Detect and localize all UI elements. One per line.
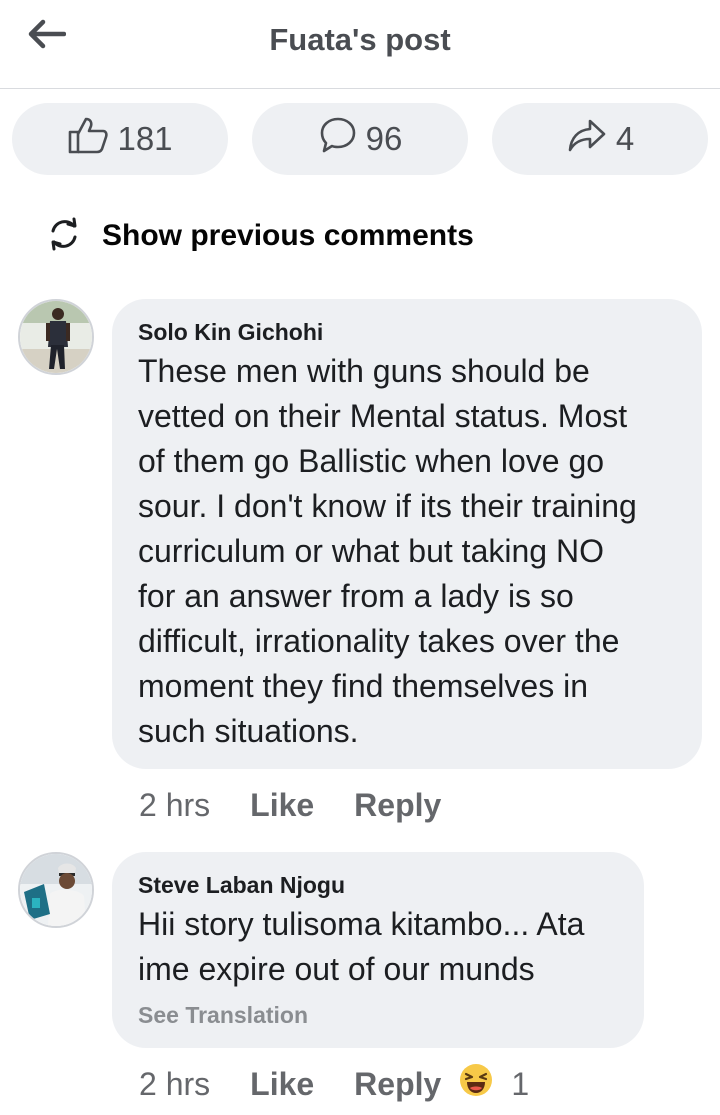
laughing-emoji-icon (459, 1063, 493, 1105)
comment-bubble[interactable]: Steve Laban Njogu Hii story tulisoma kit… (112, 852, 644, 1048)
show-previous-comments-button[interactable]: Show previous comments (46, 212, 546, 260)
like-button[interactable]: Like (250, 1066, 314, 1103)
like-button[interactable]: Like (250, 787, 314, 824)
share-count: 4 (615, 120, 635, 157)
refresh-icon (46, 216, 82, 257)
avatar-solo-kin-gichohi[interactable] (18, 299, 94, 375)
comment-bubble[interactable]: Solo Kin Gichohi These men with guns sho… (112, 299, 702, 769)
comment-timestamp: 2 hrs (139, 786, 211, 823)
share-count-button[interactable]: 4 (492, 103, 708, 175)
comment-timestamp: 2 hrs (139, 1065, 211, 1102)
reply-button[interactable]: Reply (354, 787, 441, 824)
like-count: 181 (117, 120, 173, 157)
comment-text: Hii story tulisoma kitambo... Ata ime ex… (138, 906, 585, 987)
comment-author[interactable]: Solo Kin Gichohi (138, 319, 323, 346)
comment-author[interactable]: Steve Laban Njogu (138, 872, 345, 899)
see-translation-link[interactable]: See Translation (138, 1002, 308, 1029)
reply-button[interactable]: Reply (354, 1066, 441, 1103)
comment-text: These men with guns should be vetted on … (138, 353, 637, 749)
reaction-stats-row: 181 96 4 (12, 103, 708, 175)
show-previous-label: Show previous comments (102, 219, 474, 252)
reaction-summary[interactable]: 1 (459, 1063, 529, 1105)
post-comments-page: Fuata's post 181 96 4 Show previous comm… (0, 0, 720, 1115)
reaction-count: 1 (511, 1065, 530, 1102)
comment-count-button[interactable]: 96 (252, 103, 468, 175)
avatar-steve-laban-njogu[interactable] (18, 852, 94, 928)
comment-bubble-icon (318, 115, 366, 163)
top-bar: Fuata's post (0, 0, 720, 89)
share-arrow-icon (566, 115, 616, 163)
comment-actions: 2 hrs Like Reply (139, 785, 441, 825)
comment-actions: 2 hrs Like Reply 1 (139, 1064, 529, 1104)
comment-count: 96 (365, 120, 403, 157)
like-count-button[interactable]: 181 (12, 103, 228, 175)
page-title: Fuata's post (269, 22, 451, 57)
thumbs-up-icon (67, 115, 117, 163)
